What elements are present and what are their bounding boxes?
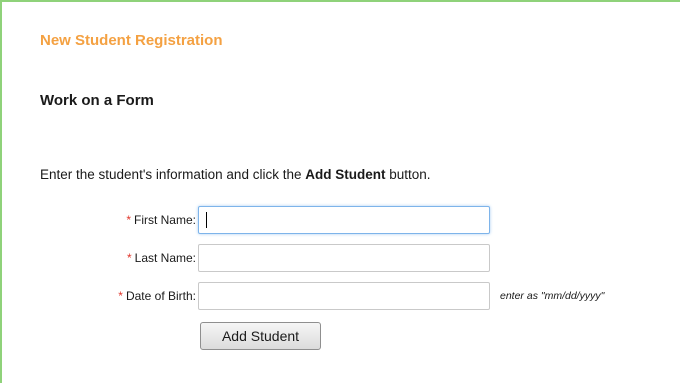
instructions-bold: Add Student (305, 167, 386, 182)
text-caret (206, 212, 207, 228)
required-marker: * (126, 251, 132, 265)
first-name-label: * First Name: (126, 213, 196, 227)
instructions-before: Enter the student's information and clic… (40, 167, 306, 182)
first-name-field[interactable] (198, 206, 490, 234)
last-name-label: * Last Name: (127, 251, 196, 265)
instructions-after: button. (385, 167, 431, 182)
date-of-birth-field[interactable] (198, 282, 490, 310)
date-of-birth-label: * Date of Birth: (118, 289, 196, 303)
page-title: Work on a Form (40, 92, 154, 109)
instructions-text: Enter the student's information and clic… (40, 167, 431, 182)
last-name-row: * Last Name: (2, 244, 680, 272)
first-name-row: * First Name: (2, 206, 680, 234)
form-panel: New Student Registration Work on a Form … (0, 0, 680, 383)
last-name-label-text: Last Name: (134, 251, 196, 265)
date-of-birth-label-text: Date of Birth: (125, 289, 196, 303)
date-format-hint: enter as "mm/dd/yyyy" (500, 290, 605, 302)
first-name-label-text: First Name: (133, 213, 196, 227)
date-of-birth-row: * Date of Birth: enter as "mm/dd/yyyy" (2, 282, 680, 310)
required-marker: * (118, 289, 123, 303)
required-marker: * (126, 213, 131, 227)
last-name-field[interactable] (198, 244, 490, 272)
section-title: New Student Registration (40, 32, 223, 49)
add-student-button[interactable]: Add Student (200, 322, 321, 350)
